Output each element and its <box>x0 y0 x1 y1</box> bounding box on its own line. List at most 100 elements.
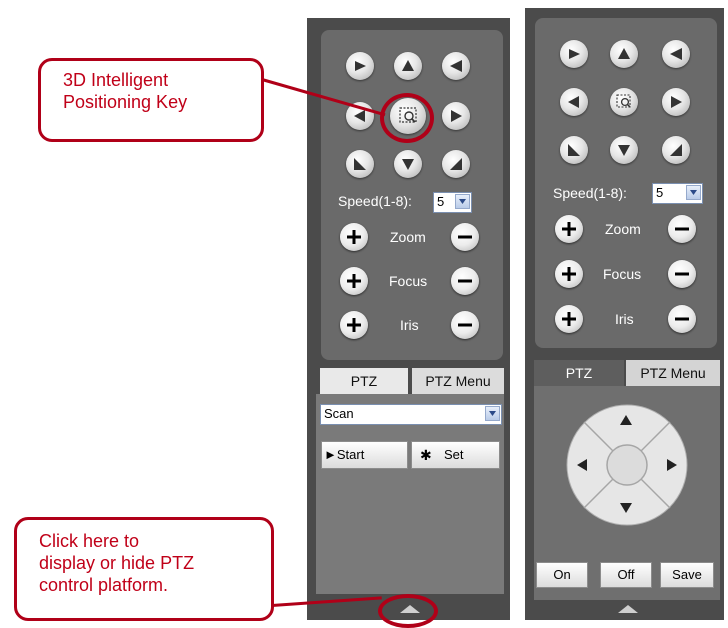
pan-up-right-button[interactable] <box>442 52 470 80</box>
3d-positioning-button[interactable] <box>610 88 638 116</box>
arrow-down-icon <box>618 145 630 156</box>
arrow-left-icon <box>568 96 579 108</box>
set-button[interactable]: ✱ Set <box>411 441 500 469</box>
pan-down-right-button[interactable] <box>442 150 470 178</box>
positioning-key-callout: 3D Intelligent Positioning Key <box>38 58 264 142</box>
arrow-down-left-icon <box>568 144 580 156</box>
arrow-right-icon <box>667 459 677 471</box>
tab-ptz-menu[interactable]: PTZ Menu <box>626 360 720 386</box>
tab-ptz[interactable]: PTZ <box>534 360 624 386</box>
tab-ptz[interactable]: PTZ <box>320 368 408 394</box>
callout-line: control platform. <box>39 575 169 595</box>
mode-select[interactable]: Scan <box>320 404 502 425</box>
iris-close-button[interactable] <box>451 311 479 339</box>
arrow-down-right-icon <box>450 158 462 170</box>
callout-line: Positioning Key <box>63 92 188 112</box>
iris-label: Iris <box>615 311 634 327</box>
tilt-down-button[interactable] <box>394 150 422 178</box>
callout-line: 3D Intelligent <box>63 70 169 90</box>
tilt-down-button[interactable] <box>610 136 638 164</box>
3d-zoom-icon <box>616 94 631 108</box>
iris-open-button[interactable] <box>340 311 368 339</box>
minus-icon <box>458 279 472 283</box>
tilt-up-button[interactable] <box>394 52 422 80</box>
gear-icon: ✱ <box>420 447 432 463</box>
plus-icon <box>562 312 576 326</box>
pan-down-left-button[interactable] <box>560 136 588 164</box>
on-button[interactable]: On <box>536 562 588 588</box>
off-label: Off <box>617 567 635 582</box>
zoom-in-button[interactable] <box>340 223 368 251</box>
arrow-down-icon <box>402 159 414 170</box>
plus-icon <box>347 230 361 244</box>
iris-close-button[interactable] <box>668 305 696 333</box>
arrow-left-icon <box>577 459 587 471</box>
zoom-label: Zoom <box>390 229 426 245</box>
set-label: Set <box>444 447 464 462</box>
pan-up-left-button[interactable] <box>560 40 588 68</box>
menu-left-button[interactable] <box>572 455 592 475</box>
chevron-down-icon <box>485 406 500 421</box>
tab-ptz-menu[interactable]: PTZ Menu <box>412 368 504 394</box>
arrow-up-icon <box>618 48 630 59</box>
triangle-up-icon <box>618 605 638 613</box>
speed-label: Speed(1-8): <box>338 193 412 209</box>
start-label: ►Start <box>324 447 365 462</box>
zoom-out-button[interactable] <box>451 223 479 251</box>
menu-right-button[interactable] <box>662 455 682 475</box>
pan-right-button[interactable] <box>442 102 470 130</box>
plus-icon <box>347 274 361 288</box>
menu-up-button[interactable] <box>616 410 636 430</box>
menu-confirm-button[interactable] <box>607 445 647 485</box>
plus-icon <box>347 318 361 332</box>
speed-value: 5 <box>437 194 445 209</box>
panel-toggle-button[interactable] <box>608 600 648 616</box>
focus-near-button[interactable] <box>555 260 583 288</box>
focus-far-button[interactable] <box>668 260 696 288</box>
minus-icon <box>675 272 689 276</box>
on-label: On <box>553 567 571 582</box>
off-button[interactable]: Off <box>600 562 652 588</box>
minus-icon <box>458 323 472 327</box>
focus-label: Focus <box>603 266 642 282</box>
tilt-up-button[interactable] <box>610 40 638 68</box>
focus-far-button[interactable] <box>451 267 479 295</box>
save-button[interactable]: Save <box>660 562 714 588</box>
callout-line: Click here to <box>39 531 140 551</box>
pan-right-button[interactable] <box>662 88 690 116</box>
mode-value: Scan <box>324 406 354 421</box>
arrow-up-left-icon <box>355 61 366 71</box>
focus-label: Focus <box>389 273 428 289</box>
pan-down-left-button[interactable] <box>346 150 374 178</box>
arrow-up-icon <box>620 415 632 425</box>
pan-up-right-button[interactable] <box>662 40 690 68</box>
pan-down-right-button[interactable] <box>662 136 690 164</box>
focus-near-button[interactable] <box>340 267 368 295</box>
menu-down-button[interactable] <box>616 498 636 518</box>
zoom-in-button[interactable] <box>555 215 583 243</box>
pan-up-left-button[interactable] <box>346 52 374 80</box>
arrow-right-icon <box>671 96 682 108</box>
iris-open-button[interactable] <box>555 305 583 333</box>
zoom-out-button[interactable] <box>668 215 696 243</box>
toggle-highlight <box>378 594 438 628</box>
arrow-up-left-icon <box>569 49 580 59</box>
speed-value: 5 <box>656 185 664 200</box>
arrow-up-icon <box>402 60 414 71</box>
speed-select[interactable]: 5 <box>433 192 472 213</box>
arrow-right-icon <box>451 110 462 122</box>
minus-icon <box>675 227 689 231</box>
toggle-callout: Click here to display or hide PTZ contro… <box>14 517 274 621</box>
positioning-key-highlight <box>380 93 434 143</box>
arrow-down-right-icon <box>670 144 682 156</box>
chevron-down-icon <box>455 194 470 209</box>
start-button[interactable]: ►Start <box>321 441 408 469</box>
arrow-down-left-icon <box>354 158 366 170</box>
minus-icon <box>458 235 472 239</box>
arrow-up-right-icon <box>450 60 462 72</box>
speed-select[interactable]: 5 <box>652 183 703 204</box>
pan-left-button[interactable] <box>560 88 588 116</box>
save-label: Save <box>672 567 702 582</box>
chevron-down-icon <box>686 185 701 200</box>
zoom-label: Zoom <box>605 221 641 237</box>
